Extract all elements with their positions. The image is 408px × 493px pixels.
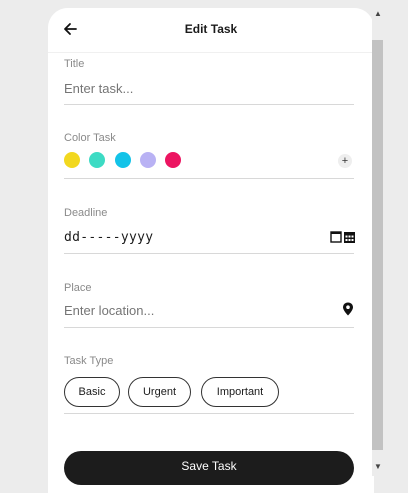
- location-pin-icon: [343, 302, 353, 316]
- date-picker-button[interactable]: [330, 230, 356, 244]
- scroll-up-arrow-icon[interactable]: ▲: [374, 10, 382, 18]
- task-type-divider: [64, 413, 354, 414]
- location-button[interactable]: [342, 302, 354, 316]
- color-option-lavender[interactable]: [140, 152, 156, 168]
- calendar-icon: [330, 231, 355, 243]
- edit-task-card: Edit Task Title Color Task + Deadline dd…: [48, 8, 374, 493]
- header-bar: Edit Task: [48, 8, 374, 53]
- task-type-important[interactable]: Important: [201, 377, 279, 407]
- deadline-divider: [64, 253, 354, 254]
- place-label: Place: [64, 282, 92, 294]
- color-option-pink[interactable]: [165, 152, 181, 168]
- page-title: Edit Task: [184, 22, 238, 36]
- place-input[interactable]: [64, 303, 324, 318]
- title-divider: [64, 104, 354, 105]
- plus-icon: +: [341, 155, 349, 167]
- color-divider: [64, 178, 354, 179]
- save-task-button[interactable]: Save Task: [64, 451, 354, 485]
- color-option-teal[interactable]: [89, 152, 105, 168]
- title-label: Title: [64, 58, 85, 70]
- task-type-basic[interactable]: Basic: [64, 377, 120, 407]
- deadline-date-field[interactable]: dd-----yyyy: [64, 230, 153, 245]
- title-input[interactable]: [64, 81, 338, 96]
- color-option-yellow[interactable]: [64, 152, 80, 168]
- task-type-label: Task Type: [64, 355, 114, 367]
- deadline-label: Deadline: [64, 207, 108, 219]
- place-divider: [64, 327, 354, 328]
- color-task-label: Color Task: [64, 132, 116, 144]
- task-type-urgent[interactable]: Urgent: [128, 377, 191, 407]
- color-option-cyan[interactable]: [115, 152, 131, 168]
- scroll-down-arrow-icon[interactable]: ▼: [374, 463, 382, 471]
- add-color-button[interactable]: +: [338, 154, 352, 168]
- scrollbar-thumb[interactable]: [372, 40, 383, 450]
